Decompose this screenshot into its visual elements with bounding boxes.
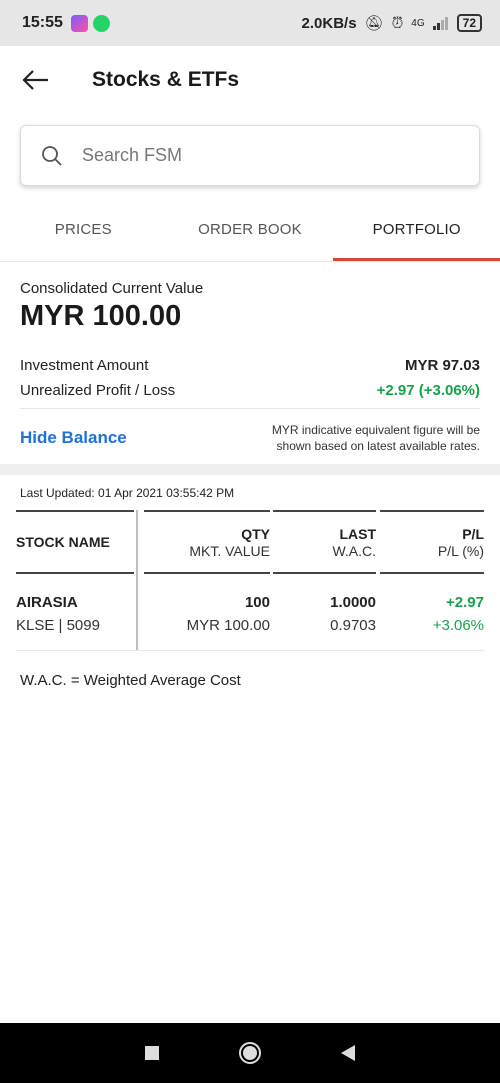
header-qty: QTY MKT. VALUE xyxy=(144,510,270,574)
status-right: 2.0KB/s 🔕︎ ⏰︎ 4G 72 xyxy=(302,14,482,32)
currency-note: MYR indicative equivalent figure will be… xyxy=(271,423,480,453)
system-nav-bar xyxy=(0,1023,500,1083)
pl-value: +2.97 xyxy=(446,594,484,611)
cell-last: 1.0000 0.9703 xyxy=(273,594,376,652)
last-updated: Last Updated: 01 Apr 2021 03:55:42 PM xyxy=(20,486,235,500)
search-input[interactable] xyxy=(82,145,442,166)
battery-icon: 72 xyxy=(456,14,482,32)
arrow-left-icon[interactable] xyxy=(20,66,52,94)
wac-value: 0.9703 xyxy=(330,617,376,634)
investment-label: Investment Amount xyxy=(20,357,149,374)
signal-icon xyxy=(432,17,448,30)
tab-prices[interactable]: PRICES xyxy=(0,200,167,261)
network-label: 4G xyxy=(411,17,425,29)
alarm-icon: ⏰︎ xyxy=(391,14,404,32)
header-last: LAST W.A.C. xyxy=(273,510,376,574)
consolidated-label: Consolidated Current Value xyxy=(20,280,204,297)
header-qty-label: QTY xyxy=(241,525,270,542)
hide-balance-button[interactable]: Hide Balance xyxy=(20,428,127,448)
tab-portfolio[interactable]: PORTFOLIO xyxy=(333,200,500,261)
header-wac-label: W.A.C. xyxy=(332,542,376,559)
header-pl-label: P/L xyxy=(462,525,484,542)
notification-app-icon xyxy=(70,14,88,32)
holdings-table: STOCK NAME QTY MKT. VALUE LAST W.A.C. P/… xyxy=(16,510,484,652)
upl-value: +2.97 (+3.06%) xyxy=(376,382,480,399)
stock-code: KLSE | 5099 xyxy=(16,617,100,634)
portfolio-summary: Consolidated Current Value MYR 100.00 In… xyxy=(20,280,480,454)
row-divider xyxy=(16,650,484,651)
tab-bar: PRICES ORDER BOOK PORTFOLIO xyxy=(0,200,500,261)
header-mkt-value-label: MKT. VALUE xyxy=(189,542,270,559)
cell-qty: 100 MYR 100.00 xyxy=(144,594,270,652)
consolidated-value: MYR 100.00 xyxy=(20,300,182,332)
mkt-value: MYR 100.00 xyxy=(186,617,270,634)
status-time: 15:55 xyxy=(22,14,63,31)
table-row[interactable]: AIRASIA KLSE | 5099 100 MYR 100.00 1.000… xyxy=(16,574,484,652)
last-price: 1.0000 xyxy=(330,594,376,611)
circle-icon[interactable] xyxy=(239,1042,261,1064)
qty-value: 100 xyxy=(244,594,270,611)
cell-stock: AIRASIA KLSE | 5099 xyxy=(16,594,134,652)
balance-row: Hide Balance MYR indicative equivalent f… xyxy=(20,422,480,454)
square-icon[interactable] xyxy=(145,1046,159,1060)
page-title: Stocks & ETFs xyxy=(92,68,240,91)
mute-icon: 🔕︎ xyxy=(364,15,384,32)
header-stock-name-label: STOCK NAME xyxy=(16,534,110,550)
stock-name: AIRASIA xyxy=(16,594,78,611)
search-icon xyxy=(42,145,62,166)
cell-pl: +2.97 +3.06% xyxy=(380,594,484,652)
net-speed: 2.0KB/s xyxy=(301,14,357,32)
header-pl: P/L P/L (%) xyxy=(380,510,484,574)
tab-order-book[interactable]: ORDER BOOK xyxy=(167,200,334,261)
wac-footnote: W.A.C. = Weighted Average Cost xyxy=(20,672,241,689)
summary-divider xyxy=(20,408,480,409)
triangle-back-icon[interactable] xyxy=(341,1045,355,1061)
app-bar: Stocks & ETFs xyxy=(0,46,500,116)
whatsapp-icon xyxy=(92,14,110,32)
tab-divider xyxy=(0,261,500,262)
investment-value: MYR 97.03 xyxy=(404,357,480,374)
header-pl-pct-label: P/L (%) xyxy=(437,542,484,559)
upl-row: Unrealized Profit / Loss +2.97 (+3.06%) xyxy=(20,382,480,399)
status-bar: 15:55 2.0KB/s 🔕︎ ⏰︎ 4G 72 xyxy=(0,0,500,46)
section-separator xyxy=(0,464,500,475)
upl-label: Unrealized Profit / Loss xyxy=(20,382,176,399)
pl-pct-value: +3.06% xyxy=(432,617,484,634)
search-box[interactable] xyxy=(20,125,480,186)
header-stock-name: STOCK NAME xyxy=(16,510,134,574)
header-last-label: LAST xyxy=(339,525,376,542)
table-header: STOCK NAME QTY MKT. VALUE LAST W.A.C. P/… xyxy=(16,510,484,574)
battery-level: 72 xyxy=(462,16,476,30)
investment-row: Investment Amount MYR 97.03 xyxy=(20,357,480,374)
